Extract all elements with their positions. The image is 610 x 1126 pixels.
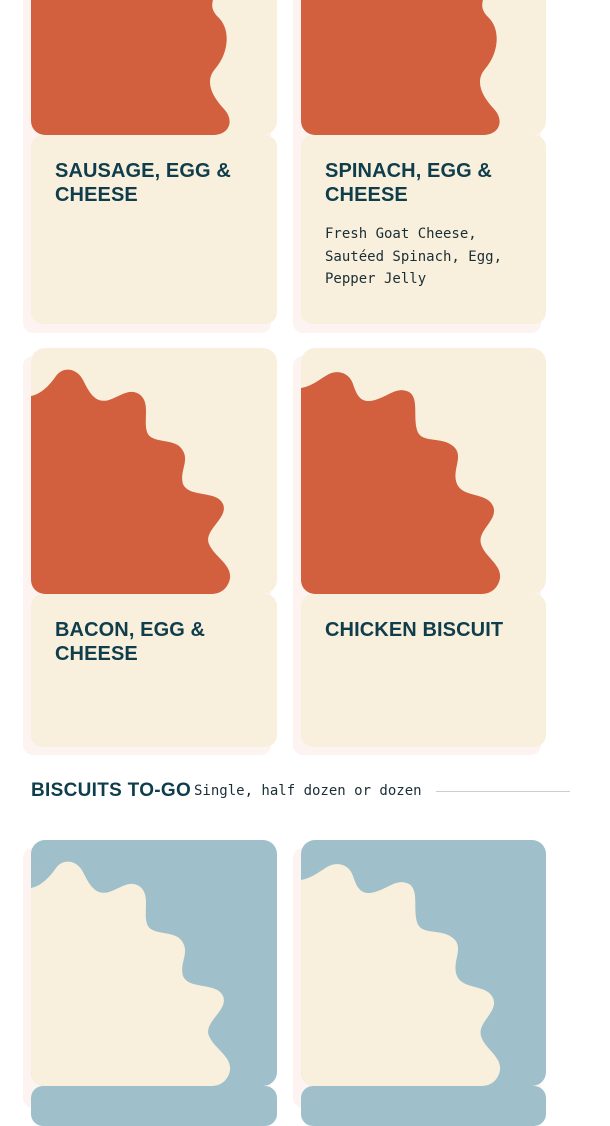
menu-item-title: SPINACH, EGG & CHEESE <box>325 160 492 206</box>
to-go-item-image[interactable] <box>301 840 546 1086</box>
section-divider <box>436 791 570 792</box>
section-subtitle: Single, half dozen or dozen <box>194 783 422 799</box>
to-go-item-card[interactable] <box>31 1086 277 1126</box>
menu-item-card[interactable]: BACON, EGG & CHEESE <box>31 594 277 747</box>
menu-item-image[interactable] <box>301 348 546 594</box>
biscuit-illustration-icon <box>301 864 501 1086</box>
menu-item-title: BACON, EGG & CHEESE <box>55 619 206 665</box>
to-go-item-card[interactable] <box>301 1086 546 1126</box>
section-header: BISCUITS TO-GO Single, half dozen or doz… <box>31 779 571 803</box>
section-title: BISCUITS TO-GO <box>31 780 192 801</box>
menu-item-card[interactable]: CHICKEN BISCUIT <box>301 594 546 747</box>
biscuit-illustration-icon <box>31 369 231 594</box>
biscuit-illustration-icon <box>301 0 500 135</box>
menu-item-image[interactable] <box>31 0 277 135</box>
menu-item-title: SAUSAGE, EGG & CHEESE <box>55 160 231 206</box>
menu-item-image[interactable] <box>301 0 546 135</box>
menu-item-title: CHICKEN BISCUIT <box>325 619 504 641</box>
menu-item-description: Fresh Goat Cheese, Sautéed Spinach, Egg,… <box>325 226 503 287</box>
biscuit-illustration-icon <box>31 0 230 135</box>
biscuit-illustration-icon <box>301 372 501 594</box>
to-go-item-image[interactable] <box>31 840 277 1086</box>
menu-item-card[interactable]: SAUSAGE, EGG & CHEESE <box>31 135 277 324</box>
menu-item-card[interactable]: SPINACH, EGG & CHEESE Fresh Goat Cheese,… <box>301 135 546 324</box>
biscuit-illustration-icon <box>31 861 231 1086</box>
menu-item-image[interactable] <box>31 348 277 594</box>
